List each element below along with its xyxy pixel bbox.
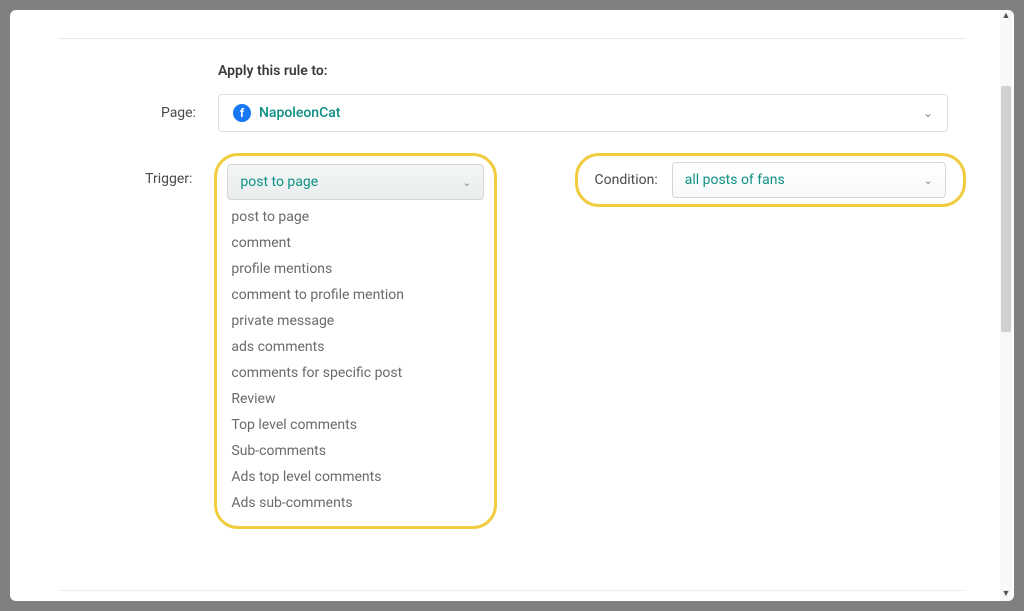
trigger-option[interactable]: post to page [227,204,484,230]
trigger-option[interactable]: Sub-comments [227,438,484,464]
condition-select[interactable]: all posts of fans ⌄ [672,162,946,198]
scroll-up-icon[interactable]: ▲ [1002,12,1011,21]
trigger-option[interactable]: ads comments [227,334,484,360]
trigger-option[interactable]: comments for specific post [227,360,484,386]
trigger-option[interactable]: Top level comments [227,412,484,438]
divider [58,590,966,591]
trigger-option[interactable]: Review [227,386,484,412]
trigger-option[interactable]: comment to profile mention [227,282,484,308]
trigger-option[interactable]: Ads top level comments [227,464,484,490]
rule-editor-modal: ▲ ▼ Apply this rule to: Page: f Napoleon… [10,10,1014,601]
facebook-icon: f [233,104,251,122]
divider [58,38,966,39]
scroll-thumb[interactable] [1001,86,1011,332]
trigger-select[interactable]: post to page ⌄ [227,164,484,200]
condition-select-value: all posts of fans [685,172,785,188]
page-select-value: NapoleonCat [259,105,340,121]
scrollbar[interactable]: ▲ ▼ [1000,10,1012,601]
trigger-option[interactable]: comment [227,230,484,256]
row-page: Page: f NapoleonCat ⌄ [58,93,966,133]
chevron-down-icon: ⌄ [923,174,932,187]
label-page: Page: [58,105,218,121]
chevron-down-icon: ⌄ [923,106,933,120]
trigger-dropdown: post to page comment profile mentions co… [227,204,484,516]
section-title-apply: Apply this rule to: [218,63,966,79]
scroll-down-icon[interactable]: ▼ [1002,590,1011,599]
chevron-down-icon: ⌄ [462,176,471,189]
label-trigger: Trigger: [58,153,214,529]
condition-highlight: Condition: all posts of fans ⌄ [575,153,966,207]
label-condition: Condition: [594,172,657,188]
page-select[interactable]: f NapoleonCat ⌄ [218,94,948,132]
trigger-select-value: post to page [240,174,318,190]
trigger-highlight: post to page ⌄ post to page comment prof… [214,153,497,529]
trigger-option[interactable]: Ads sub-comments [227,490,484,516]
trigger-option[interactable]: private message [227,308,484,334]
trigger-option[interactable]: profile mentions [227,256,484,282]
